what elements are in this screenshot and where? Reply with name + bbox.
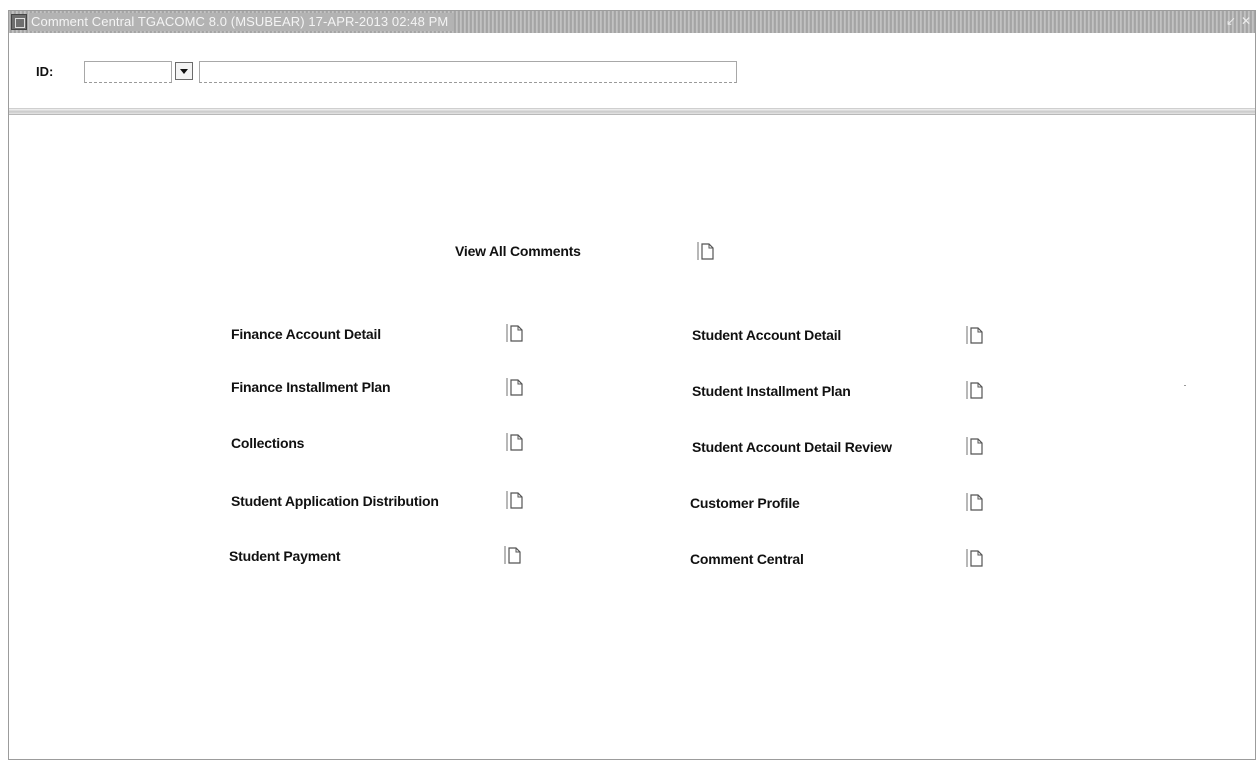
finance-account-detail-button[interactable] xyxy=(505,322,525,344)
options-block: View All Comments Finance Account Detail… xyxy=(9,115,1255,759)
collections-button[interactable] xyxy=(505,431,525,453)
document-icon xyxy=(966,437,983,455)
student-application-distribution-button[interactable] xyxy=(505,489,525,511)
id-label: ID: xyxy=(36,64,54,79)
finance-installment-plan-label: Finance Installment Plan xyxy=(231,379,391,395)
close-icon[interactable]: ✕ xyxy=(1241,14,1251,28)
student-installment-plan-button[interactable] xyxy=(965,379,985,401)
finance-installment-plan-button[interactable] xyxy=(505,376,525,398)
app-icon xyxy=(11,14,27,30)
window-controls: ↙ ✕ xyxy=(1226,14,1251,28)
student-payment-button[interactable] xyxy=(503,544,523,566)
document-icon xyxy=(697,242,714,260)
student-account-detail-button[interactable] xyxy=(965,324,985,346)
comment-central-button[interactable] xyxy=(965,547,985,569)
document-icon xyxy=(966,493,983,511)
document-icon xyxy=(966,326,983,344)
block-divider xyxy=(9,108,1255,115)
student-account-detail-label: Student Account Detail xyxy=(692,327,842,343)
view-all-comments-label: View All Comments xyxy=(455,243,581,259)
name-display-field xyxy=(199,61,737,83)
collections-label: Collections xyxy=(231,435,305,451)
document-icon xyxy=(966,549,983,567)
document-icon xyxy=(506,491,523,509)
student-account-detail-review-button[interactable] xyxy=(965,435,985,457)
key-block: ID: xyxy=(9,33,1255,107)
view-all-comments-button[interactable] xyxy=(696,240,716,262)
stray-mark xyxy=(1184,385,1186,386)
comment-central-window: Comment Central TGACOMC 8.0 (MSUBEAR) 17… xyxy=(8,10,1256,760)
window-title: Comment Central TGACOMC 8.0 (MSUBEAR) 17… xyxy=(29,13,455,31)
student-installment-plan-label: Student Installment Plan xyxy=(692,383,851,399)
finance-account-detail-label: Finance Account Detail xyxy=(231,326,381,342)
comment-central-label: Comment Central xyxy=(690,551,804,567)
restore-icon[interactable]: ↙ xyxy=(1226,14,1236,28)
document-icon xyxy=(966,381,983,399)
student-application-distribution-label: Student Application Distribution xyxy=(231,493,439,509)
id-input[interactable] xyxy=(84,61,172,83)
id-search-dropdown-button[interactable] xyxy=(175,62,193,80)
student-payment-label: Student Payment xyxy=(229,548,341,564)
document-icon xyxy=(506,324,523,342)
student-account-detail-review-label: Student Account Detail Review xyxy=(692,439,892,455)
document-icon xyxy=(506,378,523,396)
customer-profile-label: Customer Profile xyxy=(690,495,800,511)
document-icon xyxy=(504,546,521,564)
title-bar[interactable]: Comment Central TGACOMC 8.0 (MSUBEAR) 17… xyxy=(9,11,1255,33)
document-icon xyxy=(506,433,523,451)
customer-profile-button[interactable] xyxy=(965,491,985,513)
